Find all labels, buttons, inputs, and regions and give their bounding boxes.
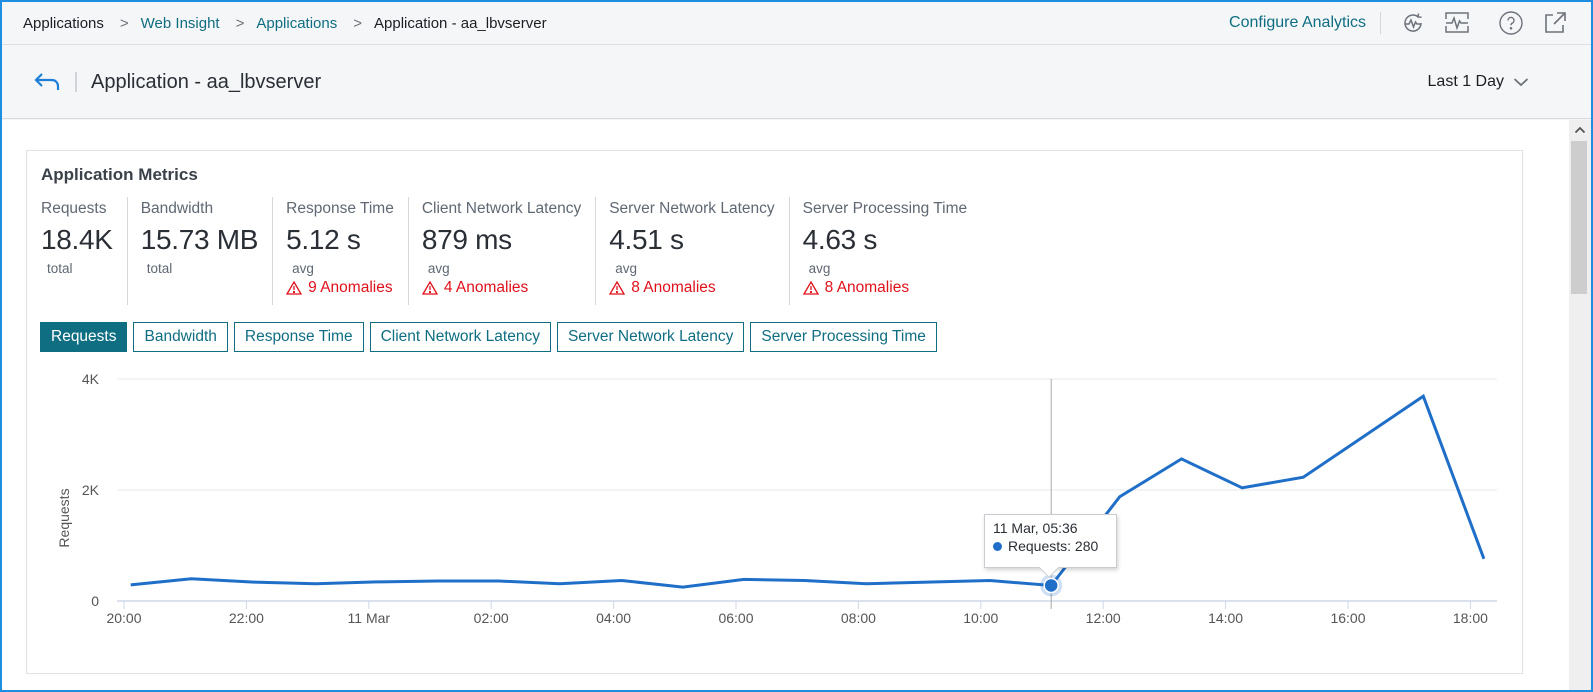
- data-point: [742, 577, 746, 581]
- requests-series-line: [130, 393, 1486, 589]
- breadcrumb-separator-icon: >: [353, 14, 363, 32]
- breadcrumb-separator-icon: >: [119, 14, 129, 32]
- breadcrumb-separator-icon: >: [235, 14, 245, 32]
- back-arrow-icon: [34, 73, 60, 90]
- chevron-down-icon: [1513, 78, 1529, 87]
- x-tick-label: 18:00: [1453, 610, 1488, 626]
- data-point: [1180, 457, 1184, 461]
- data-point: [129, 583, 133, 587]
- scroll-up-button[interactable]: [1569, 120, 1591, 140]
- x-tick-label: 16:00: [1330, 610, 1365, 626]
- breadcrumb-item-applications[interactable]: Applications: [256, 15, 337, 32]
- x-tick-label: 12:00: [1086, 610, 1121, 626]
- x-tick-label: 08:00: [841, 610, 876, 626]
- data-point: [375, 580, 379, 584]
- x-tick-label: 06:00: [718, 610, 753, 626]
- x-tick-label: 20:00: [106, 610, 141, 626]
- data-point: [1421, 394, 1425, 398]
- x-tick-label: 04:00: [596, 610, 631, 626]
- data-point: [558, 582, 562, 586]
- tooltip-value: Requests: 280: [1008, 538, 1099, 554]
- content-area: Application Metrics Requests 18.4K total Ba…: [2, 120, 1569, 690]
- y-tick-label: 0: [91, 593, 99, 609]
- x-tick-label: 11 Mar: [348, 610, 391, 626]
- divider: [1380, 12, 1381, 34]
- y-tick-label: 4K: [82, 371, 100, 387]
- configure-analytics-link[interactable]: Configure Analytics: [1229, 14, 1366, 32]
- x-tick-label: 10:00: [963, 610, 998, 626]
- time-range-dropdown[interactable]: Last 1 Day: [1428, 73, 1529, 91]
- top-actions: Configure Analytics: [1229, 2, 1591, 44]
- data-point: [189, 577, 193, 581]
- vertical-scrollbar[interactable]: [1569, 120, 1591, 690]
- series-dot-icon: [993, 541, 1002, 551]
- scrollbar-thumb[interactable]: [1571, 141, 1587, 294]
- monitor-pulse-icon[interactable]: [1443, 9, 1471, 37]
- breadcrumb-item-applications-root[interactable]: Applications: [23, 15, 104, 32]
- y-axis-label: Requests: [56, 488, 72, 547]
- data-point: [1240, 486, 1244, 490]
- application-metrics-card: Application Metrics Requests 18.4K total Ba…: [26, 150, 1523, 674]
- breadcrumb-item-web-insight[interactable]: Web Insight: [141, 15, 220, 32]
- chart-tooltip: 11 Mar, 05:36 Requests: 280: [984, 514, 1117, 578]
- top-bar: Applications > Web Insight > Application…: [2, 2, 1591, 45]
- data-point: [864, 582, 868, 586]
- tooltip-row: Requests: 280: [993, 538, 1116, 554]
- data-point: [803, 578, 807, 582]
- x-tick-label: 14:00: [1208, 610, 1243, 626]
- refresh-pulse-icon[interactable]: [1399, 9, 1427, 37]
- page-header: Application - aa_lbvserver Last 1 Day: [2, 46, 1591, 119]
- y-tick-label: 2K: [82, 482, 100, 498]
- x-tick-label: 22:00: [229, 610, 264, 626]
- data-point: [926, 580, 930, 584]
- data-point: [252, 580, 256, 584]
- data-point: [436, 579, 440, 583]
- external-link-icon[interactable]: [1541, 9, 1569, 37]
- breadcrumb-item-current: Application - aa_lbvserver: [374, 14, 547, 32]
- chevron-up-icon: [1574, 126, 1586, 134]
- time-range-value: Last 1 Day: [1427, 73, 1504, 90]
- highlight-point: [1043, 577, 1059, 594]
- data-point: [620, 578, 624, 582]
- data-point: [497, 579, 501, 583]
- x-tick-label: 02:00: [474, 610, 509, 626]
- tooltip-title: 11 Mar, 05:36: [993, 520, 1078, 536]
- data-point: [681, 585, 685, 589]
- data-point: [988, 578, 992, 582]
- data-point: [1118, 495, 1122, 499]
- help-icon[interactable]: [1497, 9, 1525, 37]
- data-point: [1301, 475, 1305, 479]
- requests-line-chart: 0 2K 4K Requests 20:00 22:00 11 Mar 02:00 04:00 0…: [56, 371, 1497, 626]
- divider: [75, 72, 77, 92]
- page-title: Application - aa_lbvserver: [91, 70, 322, 93]
- data-point: [314, 582, 318, 586]
- back-button[interactable]: [32, 67, 62, 97]
- data-point: [1482, 557, 1486, 561]
- breadcrumb: Applications > Web Insight > Application…: [2, 15, 547, 32]
